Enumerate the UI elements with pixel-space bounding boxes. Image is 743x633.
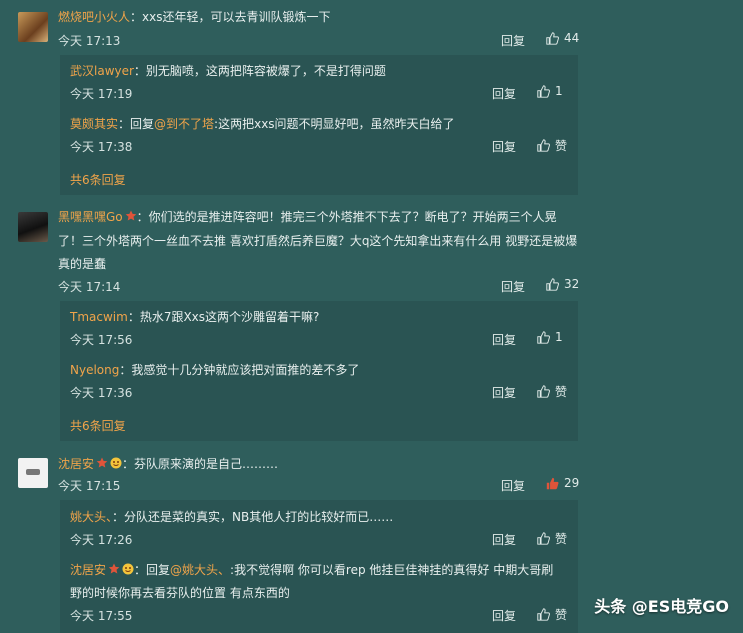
emoji-badge-icon bbox=[122, 563, 134, 575]
thumbs-up-icon bbox=[537, 84, 550, 98]
watermark: 头条 @ES电竞GO bbox=[594, 597, 729, 616]
mention-link[interactable]: @到不了塔 bbox=[154, 117, 214, 131]
thumbs-up-icon bbox=[546, 31, 559, 45]
reply-author[interactable]: Nyelong bbox=[70, 363, 119, 377]
reply-text: ：热水7跟Xxs这两个沙雕留着干嘛? bbox=[127, 310, 320, 324]
reply-button[interactable]: 回复 bbox=[492, 138, 516, 155]
comment-author[interactable]: 燃烧吧小火人 bbox=[58, 10, 130, 24]
reply-author[interactable]: Tmacwim bbox=[70, 310, 128, 324]
reply-time: 今天 17:19 bbox=[70, 87, 133, 101]
comment-body: 燃烧吧小火人：xxs还年轻，可以去青训队锻炼一下 bbox=[58, 8, 330, 26]
thumbs-up-active-icon bbox=[546, 477, 559, 489]
like-button[interactable]: 29 bbox=[546, 476, 579, 490]
like-button[interactable]: 赞 bbox=[537, 137, 567, 154]
reply-button[interactable]: 回复 bbox=[501, 278, 525, 295]
reply-button[interactable]: 回复 bbox=[501, 477, 525, 494]
comment-author[interactable]: 黑嘿黑嘿Go bbox=[58, 210, 123, 224]
more-replies-link[interactable]: 共6条回复 bbox=[70, 417, 126, 434]
reply-time: 今天 17:26 bbox=[70, 533, 133, 547]
reply-text: ：别无脑喷，这两把阵容被爆了，不是打得问题 bbox=[133, 64, 386, 78]
reply-body: 姚大头、：分队还是菜的真实，NB其他人打的比较好而已…… bbox=[70, 508, 393, 526]
reply-button[interactable]: 回复 bbox=[492, 531, 516, 548]
thumbs-up-icon bbox=[537, 608, 550, 621]
reply-text-line: 野的时候你再去看芬队的位置 有点东西的 bbox=[70, 586, 290, 600]
badge-icon bbox=[125, 210, 136, 221]
reply-button[interactable]: 回复 bbox=[492, 85, 516, 102]
emoji-badge-icon bbox=[110, 457, 122, 469]
reply-author[interactable]: 莫颇其实 bbox=[70, 117, 118, 131]
comment-body: 黑嘿黑嘿Go ：你们选的是推进阵容吧！推完三个外塔推不下去了？断电了？开始两三个人… bbox=[58, 208, 557, 226]
reply-author[interactable]: 沈居安 bbox=[70, 563, 106, 577]
like-button[interactable]: 32 bbox=[546, 277, 579, 291]
thumbs-up-icon bbox=[537, 385, 550, 398]
reply-body: 莫颇其实：回复@到不了塔:这两把xxs问题不明显好吧，虽然昨天白给了 bbox=[70, 115, 455, 133]
reply-body: Tmacwim：热水7跟Xxs这两个沙雕留着干嘛? bbox=[70, 308, 319, 326]
reply-time: 今天 17:36 bbox=[70, 386, 133, 400]
reply-body: Nyelong：我感觉十几分钟就应该把对面推的差不多了 bbox=[70, 361, 359, 379]
reply-thread: 武汉lawyer：别无脑喷，这两把阵容被爆了，不是打得问题 今天 17:19 回… bbox=[60, 55, 578, 195]
comment-author[interactable]: 沈居安 bbox=[58, 457, 94, 471]
like-count: 1 bbox=[555, 84, 563, 98]
reply-body: 沈居安 ：回复@姚大头、:我不觉得啊 你可以看rep 他挂巨佳神挂的真得好 中期大… bbox=[70, 561, 553, 579]
reply-button[interactable]: 回复 bbox=[501, 32, 525, 49]
like-button[interactable]: 赞 bbox=[537, 383, 567, 400]
mention-link[interactable]: @姚大头、 bbox=[170, 563, 230, 577]
like-button[interactable]: 1 bbox=[537, 330, 563, 344]
thumbs-up-icon bbox=[546, 277, 559, 291]
comment-text-line: 真的是蠢 bbox=[58, 257, 107, 271]
comment-time: 今天 17:13 bbox=[58, 34, 121, 48]
like-count: 29 bbox=[564, 476, 580, 490]
like-label: 赞 bbox=[555, 608, 568, 622]
badge-icon bbox=[108, 563, 120, 574]
thumbs-up-icon bbox=[537, 532, 550, 545]
reply-author[interactable]: 武汉lawyer bbox=[70, 64, 134, 78]
comment-text-line: 了！三个外塔两个一丝血不去推 喜欢打盾然后养巨魔？大q这个先知拿出来有什么用 视… bbox=[58, 234, 578, 248]
reply-thread: 姚大头、：分队还是菜的真实，NB其他人打的比较好而已…… 今天 17:26 回复… bbox=[60, 500, 578, 633]
reply-text: ：我感觉十几分钟就应该把对面推的差不多了 bbox=[119, 363, 360, 377]
reply-time: 今天 17:55 bbox=[70, 609, 133, 623]
thumbs-up-icon bbox=[537, 139, 550, 152]
more-replies-link[interactable]: 共6条回复 bbox=[70, 171, 126, 188]
comment-time: 今天 17:15 bbox=[58, 479, 121, 493]
like-button[interactable]: 44 bbox=[546, 31, 579, 45]
like-button[interactable]: 1 bbox=[537, 84, 563, 98]
comment-time: 今天 17:14 bbox=[58, 280, 121, 294]
reply-author[interactable]: 姚大头、 bbox=[70, 510, 112, 524]
reply-body: 武汉lawyer：别无脑喷，这两把阵容被爆了，不是打得问题 bbox=[70, 62, 386, 80]
reply-time: 今天 17:38 bbox=[70, 140, 133, 154]
like-count: 1 bbox=[555, 330, 563, 344]
avatar[interactable] bbox=[18, 12, 48, 42]
like-label: 赞 bbox=[555, 385, 568, 399]
comment-text: ：芬队原来演的是自己……… bbox=[122, 457, 279, 471]
reply-text: ：分队还是菜的真实，NB其他人打的比较好而已…… bbox=[112, 510, 394, 524]
reply-text: :我不觉得啊 你可以看rep 他挂巨佳神挂的真得好 中期大哥刷 bbox=[230, 563, 554, 577]
reply-button[interactable]: 回复 bbox=[492, 331, 516, 348]
comment-body: 沈居安 ：芬队原来演的是自己……… bbox=[58, 455, 278, 473]
comment-text: ：你们选的是推进阵容吧！推完三个外塔推不下去了？断电了？开始两三个人晃 bbox=[136, 210, 557, 224]
like-label: 赞 bbox=[555, 139, 568, 153]
comment-text: ：xxs还年轻，可以去青训队锻炼一下 bbox=[130, 10, 331, 24]
like-count: 44 bbox=[564, 31, 580, 45]
reply-thread: Tmacwim：热水7跟Xxs这两个沙雕留着干嘛? 今天 17:56 回复 1 … bbox=[60, 301, 578, 441]
reply-text: ：回复 bbox=[134, 563, 171, 577]
thumbs-up-icon bbox=[537, 330, 550, 344]
like-button[interactable]: 赞 bbox=[537, 530, 567, 547]
avatar[interactable] bbox=[18, 458, 48, 488]
like-count: 32 bbox=[564, 277, 580, 291]
like-label: 赞 bbox=[555, 532, 568, 546]
reply-text: ：回复 bbox=[118, 117, 155, 131]
reply-text: :这两把xxs问题不明显好吧，虽然昨天白给了 bbox=[214, 117, 455, 131]
like-button[interactable]: 赞 bbox=[537, 606, 567, 623]
badge-icon bbox=[96, 457, 108, 468]
reply-button[interactable]: 回复 bbox=[492, 384, 516, 401]
avatar[interactable] bbox=[18, 212, 48, 242]
reply-button[interactable]: 回复 bbox=[492, 607, 516, 624]
reply-time: 今天 17:56 bbox=[70, 333, 133, 347]
